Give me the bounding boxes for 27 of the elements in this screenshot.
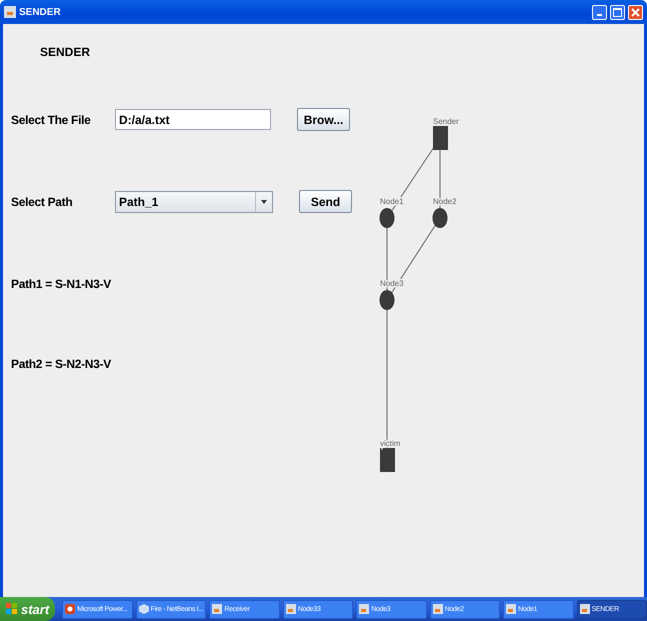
close-button[interactable] [628,4,643,20]
file-label: Select The File [11,112,92,126]
heading: SENDER [40,45,92,59]
presentation-icon [65,604,76,614]
close-icon [631,8,640,16]
windows-logo-icon [6,603,18,615]
square-node [433,126,448,150]
window-title: SENDER [19,6,62,18]
circle-node [380,208,394,228]
caret-icon [261,200,267,204]
path-dropdown[interactable]: Path_1 [115,190,273,212]
cube-icon [138,604,149,614]
send-button[interactable]: Send [299,190,352,213]
square-node [380,448,395,472]
minimize-icon [597,14,602,16]
path-label: Select Path [11,194,74,208]
start-button[interactable]: start [0,597,56,621]
browse-button[interactable]: Brow... [297,108,350,131]
node-label: Sender [433,117,459,126]
minimize-button[interactable] [592,4,607,20]
circle-node [380,290,394,310]
maximize-button[interactable] [610,4,625,20]
file-field[interactable]: D:/a/a.txt [115,109,271,130]
circle-node [432,208,448,228]
maximize-icon [613,8,622,16]
path-text: Path1 = S-N1-N3-V [11,277,112,291]
path-text: Path2 = S-N2-N3-V [11,357,112,371]
